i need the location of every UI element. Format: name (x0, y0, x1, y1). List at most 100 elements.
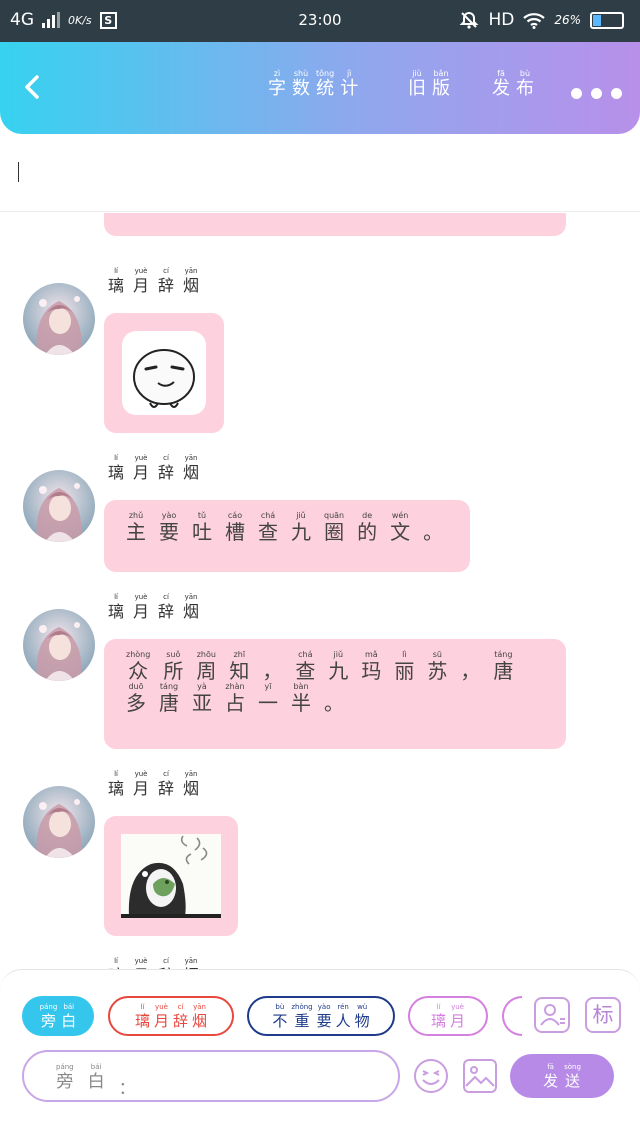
hanzi: 吐 (192, 520, 212, 544)
hanzi: 主 (126, 520, 146, 544)
old-version-button[interactable]: jiù 旧 bǎn 版 (408, 70, 450, 98)
avatar[interactable] (23, 609, 95, 681)
image-icon[interactable] (462, 1058, 498, 1094)
hanzi: 丽 (394, 659, 415, 683)
dot-icon (611, 88, 622, 99)
message-input[interactable]: páng 旁 bái 白 ： (22, 1050, 400, 1102)
hanzi: 烟 (183, 463, 200, 482)
hanzi: 人 (335, 1011, 351, 1030)
dot-icon (591, 88, 602, 99)
sender-name: lí璃 yuè月 cí辞 yān烟 (108, 594, 199, 620)
character-card-button[interactable] (534, 997, 570, 1033)
pinyin-char: lí璃 (108, 594, 124, 620)
hanzi: 旁 (56, 1072, 74, 1092)
chip-liyue-ciyan[interactable]: lí 璃 yuè 月 cí 辞 yān 烟 (108, 996, 234, 1036)
pinyin-char: quān 圈 (324, 512, 345, 544)
hanzi: 不 (272, 1011, 288, 1030)
pinyin-char: lí璃 (430, 1003, 446, 1030)
pinyin-char: yuè月 (133, 771, 149, 797)
pinyin-char: lì 丽 (394, 651, 415, 683)
text-caret (18, 162, 19, 182)
hanzi: 。 (324, 691, 344, 715)
hanzi: 的 (357, 520, 378, 544)
chip-narration[interactable]: páng 旁 bái 白 (22, 996, 94, 1036)
sticker-bubble[interactable] (104, 816, 238, 936)
hanzi: 数 (292, 78, 310, 99)
message-bubble[interactable]: zhòng 众 suǒ 所 zhōu 周 zhī 知 ， chá 查 jiǔ 九 mǎ 玛 lì 丽 sū 苏 ， tá… (104, 639, 566, 749)
pinyin-char: yà 亚 (192, 683, 212, 715)
pinyin-char: táng 唐 (493, 651, 513, 682)
hanzi: 璃 (430, 1011, 446, 1030)
pinyin-char: yuè月 (154, 1003, 169, 1029)
hanzi: 知 (229, 659, 250, 683)
pinyin-char: táng 唐 (159, 683, 179, 715)
hanzi: 玛 (361, 659, 382, 683)
pinyin-char: bù 布 (516, 70, 534, 98)
pinyin-char: tǒng 统 (316, 70, 334, 98)
pinyin-char: lí璃 (108, 771, 124, 797)
chip-unimportant-character[interactable]: bù 不 zhòng 重 yào 要 rén 人 wù 物 (247, 996, 395, 1036)
publish-button[interactable]: fā 发 bù 布 (492, 70, 534, 98)
hanzi: 辞 (158, 276, 175, 295)
send-button[interactable]: fā 发 sòng 送 (510, 1054, 614, 1098)
pinyin-char: lí璃 (134, 1003, 150, 1030)
emoji-icon[interactable] (412, 1057, 450, 1095)
pinyin-char: yān烟 (192, 1003, 207, 1029)
chip-liyue[interactable]: lí 璃 yuè 月 (408, 996, 488, 1036)
avatar[interactable] (23, 283, 95, 355)
pinyin-char: lí璃 (108, 268, 124, 294)
hanzi: 所 (163, 659, 184, 683)
hanzi: 璃 (134, 1011, 150, 1030)
avatar-illustration (23, 470, 95, 542)
pinyin-char: jiù 旧 (408, 70, 426, 98)
pinyin-char: bàn 半 (291, 683, 311, 714)
hanzi: 计 (340, 78, 359, 99)
hanzi: 亚 (192, 691, 212, 715)
pinyin-char: 。 (423, 512, 443, 542)
pinyin-char: zhī 知 (229, 651, 250, 683)
pinyin-char: yān烟 (183, 771, 199, 797)
pinyin-char: fā 发 (543, 1063, 558, 1089)
avatar[interactable] (23, 786, 95, 858)
character-chip-row[interactable]: páng 旁 bái 白 lí 璃 yuè 月 cí 辞 yān 烟 bù 不 zhòng 重 yào 要 ré… (22, 996, 522, 1036)
hanzi: 文 (390, 520, 411, 544)
more-menu-button[interactable] (571, 88, 622, 99)
avatar[interactable] (23, 470, 95, 542)
sticker-bubble[interactable] (104, 313, 224, 433)
hanzi: 要 (316, 1011, 332, 1030)
hanzi: 圈 (324, 520, 345, 544)
hanzi: 辞 (158, 779, 175, 798)
pinyin-char: jiǔ 九 (328, 651, 348, 682)
title-input[interactable] (0, 134, 640, 212)
hanzi: 唐 (159, 691, 179, 715)
pinyin-char: cí辞 (158, 455, 174, 481)
pinyin-char: sū 苏 (427, 651, 447, 682)
hanzi: 月 (133, 276, 150, 295)
back-arrow-icon[interactable] (18, 72, 48, 102)
hanzi: 烟 (183, 276, 200, 295)
hanzi: 烟 (183, 602, 200, 621)
pinyin-char: yān烟 (183, 455, 199, 481)
word-count-button[interactable]: zì 字 shù 数 tǒng 统 jì 计 (268, 70, 358, 98)
hanzi: 众 (128, 659, 149, 683)
hanzi: 槽 (225, 520, 245, 544)
pinyin-char: yān烟 (183, 268, 199, 294)
pinyin-char: jiǔ 九 (291, 512, 311, 543)
chip-partial[interactable] (502, 996, 522, 1036)
hanzi: 白 (61, 1011, 77, 1030)
pinyin-char: zhǔ 主 (126, 512, 146, 544)
pinyin-char: yuè月 (133, 455, 149, 481)
hanzi: 旧 (408, 78, 426, 99)
battery-icon (590, 11, 624, 29)
message-bubble-partial (104, 213, 566, 236)
penguin-icon (121, 834, 221, 918)
hanzi: 辞 (158, 463, 175, 482)
message-feed[interactable]: lí 璃 yuè 月 cí 辞 yān 烟 lí 璃 yuè 月 cí 辞 yān 烟 zhǔ 主 yào 要 tǔ… (0, 213, 640, 969)
label-button[interactable]: 标 (585, 997, 621, 1033)
pinyin-char: chá 查 (258, 512, 278, 543)
hanzi: 辞 (158, 602, 175, 621)
pinyin-char: bái 白 (88, 1064, 105, 1099)
pinyin-char: cí辞 (158, 958, 174, 970)
hanzi: 一 (258, 691, 278, 715)
message-bubble[interactable]: zhǔ 主 yào 要 tǔ 吐 cáo 槽 chá 查 jiǔ 九 quān 圈 de 的 wén 文。 (104, 500, 470, 572)
